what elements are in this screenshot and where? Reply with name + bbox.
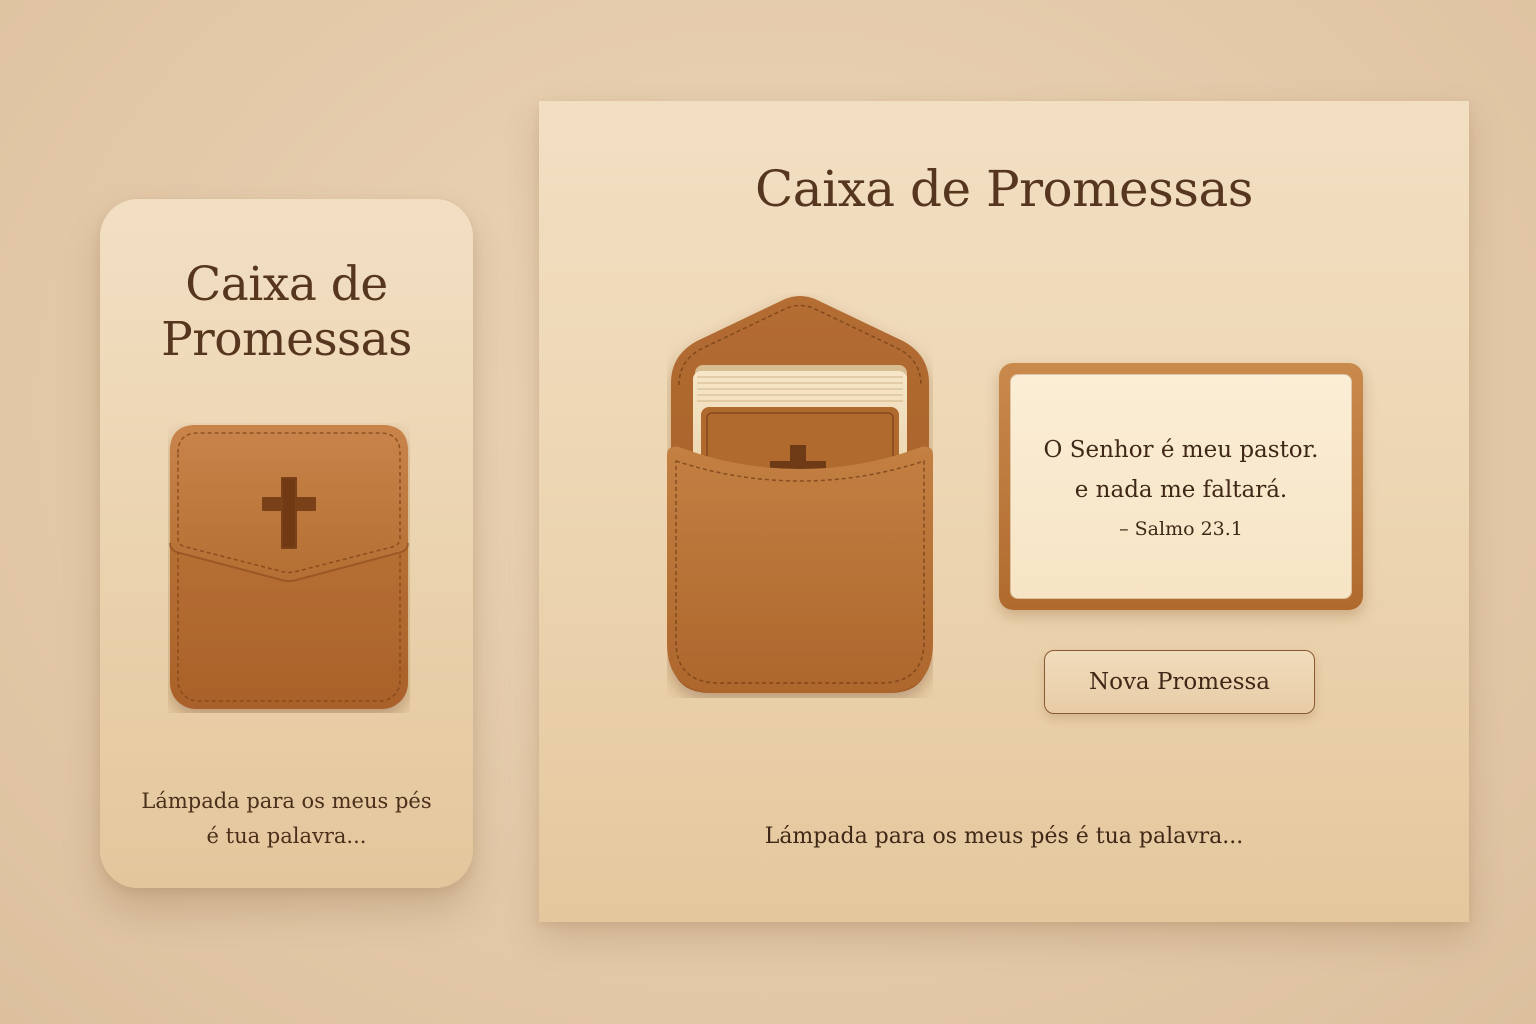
desktop-screen: Caixa de Promessas O Senhor é meu pastor…: [539, 101, 1469, 922]
mobile-title-line2: Promessas: [161, 312, 412, 367]
desktop-tagline: Lámpada para os meus pés é tua palavra..…: [764, 824, 1244, 849]
mobile-tagline-line2: é tua palavra...: [206, 824, 367, 848]
leather-pouch-icon: [169, 425, 409, 709]
mobile-tagline-line1: Lámpada para os meus pés: [141, 789, 432, 813]
verse-reference: – Salmo 23.1: [1119, 518, 1243, 540]
mobile-title-line1: Caixa de: [185, 257, 388, 312]
mobile-screen: Caixa de Promessas Lámpada para os meus …: [100, 199, 473, 888]
mobile-title: Caixa de Promessas: [100, 257, 473, 367]
mobile-tagline: Lámpada para os meus pés é tua palavra..…: [100, 784, 473, 854]
open-pouch-with-cards-icon[interactable]: [667, 293, 933, 698]
promise-card: O Senhor é meu pastor. e nada me faltará…: [999, 363, 1363, 610]
promise-box-pouch-icon[interactable]: [168, 423, 410, 713]
new-promise-button[interactable]: Nova Promessa: [1044, 650, 1315, 714]
verse-line-2: e nada me faltará.: [1074, 477, 1288, 503]
open-leather-pouch-icon: [667, 296, 933, 693]
promise-card-paper: O Senhor é meu pastor. e nada me faltará…: [1010, 374, 1352, 599]
verse-line-1: O Senhor é meu pastor.: [1043, 437, 1319, 463]
desktop-title: Caixa de Promessas: [755, 160, 1253, 218]
